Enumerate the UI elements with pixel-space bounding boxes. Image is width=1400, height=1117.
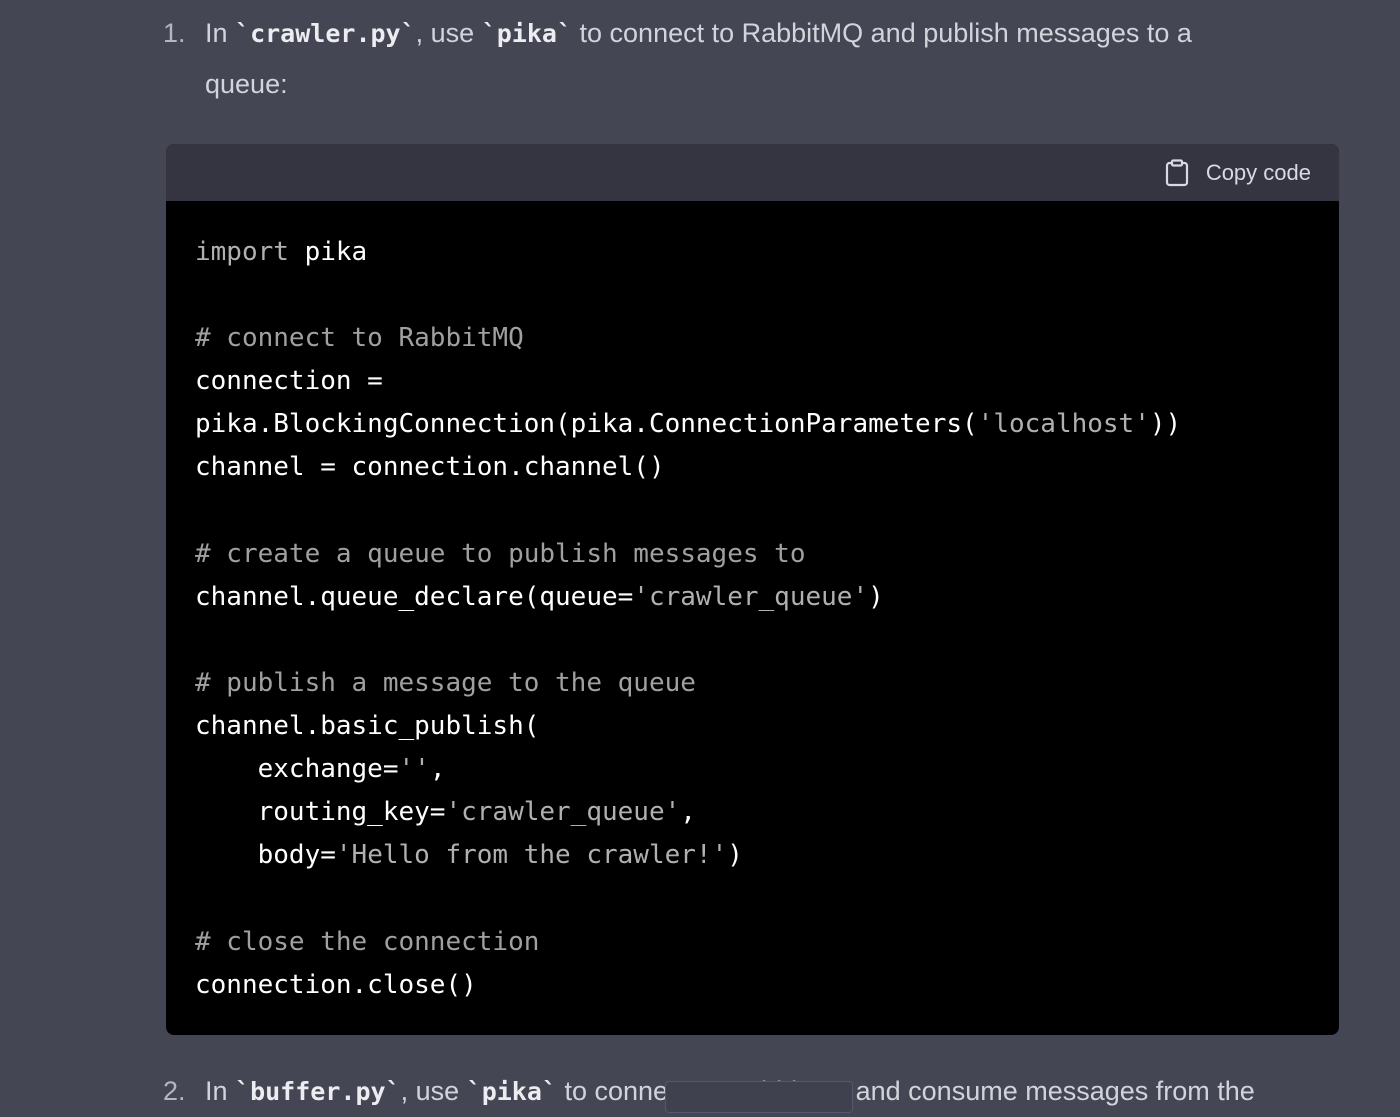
code-line: import pika <box>195 231 1339 274</box>
step-1-text: In `crawler.py`, use `pika` to connect t… <box>205 18 1192 99</box>
code-token: # create a queue to publish messages to <box>195 538 806 569</box>
inline-code-filename: `crawler.py` <box>235 19 416 48</box>
code-token: exchange= <box>195 754 399 785</box>
code-token: , <box>680 797 696 828</box>
code-token: , <box>429 754 446 785</box>
code-line: pika.BlockingConnection(pika.ConnectionP… <box>195 403 1339 446</box>
overlay-tooltip-box <box>665 1081 853 1113</box>
code-token: channel = connection.channel() <box>195 452 665 483</box>
list-item-step-1: 1. In `crawler.py`, use `pika` to connec… <box>163 8 1280 109</box>
code-token: # publish a message to the queue <box>195 667 696 698</box>
clipboard-icon <box>1164 159 1190 187</box>
list-number: 2. <box>163 1076 186 1106</box>
code-token: )) <box>1149 409 1182 440</box>
code-line: routing_key='crawler_queue', <box>195 791 1339 834</box>
code-block: Copy code import pika # connect to Rabbit… <box>166 144 1339 1035</box>
code-token: body= <box>195 840 336 871</box>
code-line: # create a queue to publish messages to <box>195 533 1339 576</box>
code-token: ) <box>868 581 884 612</box>
code-line: connection = <box>195 360 1339 403</box>
code-token: '' <box>398 754 430 785</box>
code-token: ) <box>727 840 743 871</box>
code-token: import <box>195 237 289 267</box>
inline-code-filename: `buffer.py` <box>235 1077 401 1106</box>
code-line: channel = connection.channel() <box>195 446 1339 489</box>
copy-code-button[interactable]: Copy code <box>1164 158 1311 188</box>
code-token: connection = <box>195 366 383 397</box>
code-token: pika <box>288 237 368 267</box>
code-line: body='Hello from the crawler!') <box>195 834 1339 877</box>
code-token: # close the connection <box>195 926 540 957</box>
code-token: channel.basic_publish( <box>195 711 540 742</box>
list-number: 1. <box>163 18 186 48</box>
code-token: 'crawler_queue' <box>633 581 869 612</box>
code-line: # publish a message to the queue <box>195 662 1339 705</box>
code-line: channel.basic_publish( <box>195 705 1339 748</box>
code-line: # connect to RabbitMQ <box>195 317 1339 360</box>
code-line: # close the connection <box>195 921 1339 964</box>
code-token: 'localhost' <box>977 409 1150 440</box>
code-line: exchange='', <box>195 748 1339 791</box>
code-token: 'crawler_queue' <box>445 797 681 828</box>
code-block-header: Copy code <box>166 144 1339 201</box>
inline-code-library: `pika` <box>481 19 573 48</box>
code-token: # connect to RabbitMQ <box>195 323 524 354</box>
inline-code-library: `pika` <box>466 1077 557 1106</box>
code-line: channel.queue_declare(queue='crawler_que… <box>195 576 1339 619</box>
code-token: pika.BlockingConnection(pika.ConnectionP… <box>195 409 978 440</box>
code-token: channel.queue_declare(queue= <box>195 581 634 612</box>
code-token: connection.close() <box>195 969 477 1000</box>
copy-code-label: Copy code <box>1205 160 1311 185</box>
code-token: routing_key= <box>195 797 446 828</box>
code-token: 'Hello from the crawler!' <box>335 840 728 871</box>
code-line: connection.close() <box>195 964 1339 1007</box>
code-content[interactable]: import pika # connect to RabbitMQ connecti… <box>166 201 1339 1007</box>
